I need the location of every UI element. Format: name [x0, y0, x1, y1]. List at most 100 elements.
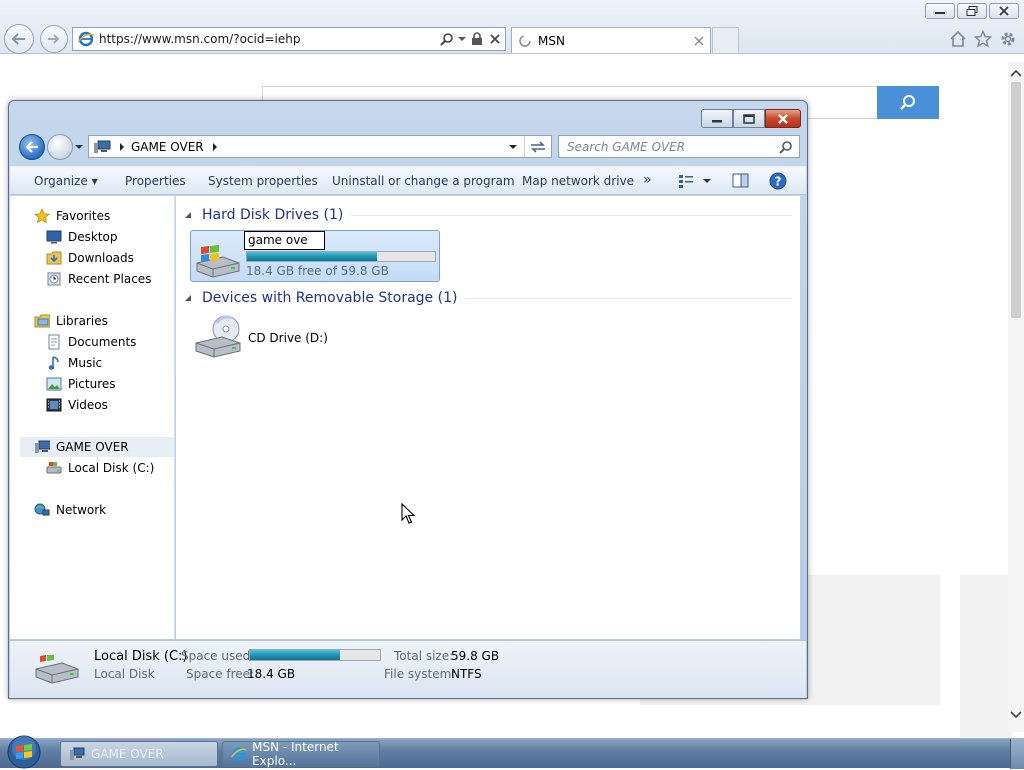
- nav-label: Favorites: [56, 209, 111, 223]
- nav-libraries[interactable]: Libraries: [34, 311, 108, 331]
- nav-music[interactable]: Music: [46, 353, 102, 373]
- drive-d-item[interactable]: CD Drive (D:): [190, 313, 360, 363]
- back-arrow-icon: [11, 33, 25, 45]
- organize-button[interactable]: Organize ▾: [34, 174, 98, 188]
- nav-label: Documents: [68, 335, 137, 349]
- browser-tab-msn[interactable]: MSN: [511, 27, 711, 53]
- help-button[interactable]: ?: [769, 172, 787, 190]
- nav-documents[interactable]: Documents: [46, 332, 136, 352]
- explorer-close-button[interactable]: [765, 109, 801, 128]
- drive-c-item[interactable]: game ove 18.4 GB free of 59.8 GB: [190, 230, 440, 282]
- browser-minimize-button[interactable]: [925, 3, 955, 19]
- content-pane: Hard Disk Drives (1) game ove 18.4 GB fr…: [176, 196, 800, 639]
- recent-places-icon: [47, 272, 61, 286]
- videos-icon: [46, 398, 62, 412]
- group-header-label: Hard Disk Drives (1): [202, 207, 344, 223]
- computer-icon: [35, 440, 50, 453]
- windows-start-icon: [7, 735, 41, 769]
- security-lock-button[interactable]: [469, 31, 485, 47]
- msn-search-button[interactable]: [877, 86, 939, 119]
- nav-local-disk[interactable]: Local Disk (C:): [46, 458, 154, 478]
- pictures-icon: [46, 377, 62, 391]
- nav-computer[interactable]: GAME OVER: [20, 437, 174, 457]
- explorer-window: GAME OVER Search GAME OVER Organize ▾ Pr…: [8, 100, 808, 699]
- browser-close-button[interactable]: [989, 3, 1019, 19]
- new-tab-button[interactable]: [712, 27, 739, 53]
- stop-button[interactable]: [487, 31, 503, 47]
- collapse-triangle-icon: [185, 295, 191, 301]
- minimize-icon: [935, 12, 945, 14]
- browser-restore-button[interactable]: [957, 3, 987, 19]
- search-icon: [900, 94, 915, 110]
- free-space-text: 18.4 GB free of 59.8 GB: [246, 264, 389, 278]
- taskbar-ie-button[interactable]: MSN - Internet Explo...: [222, 740, 380, 768]
- explorer-maximize-button[interactable]: [733, 109, 765, 128]
- scrollbar-thumb[interactable]: [1011, 82, 1021, 318]
- explorer-forward-button[interactable]: [47, 134, 73, 160]
- tools-button[interactable]: [998, 29, 1018, 49]
- favorites-button[interactable]: [973, 29, 993, 49]
- system-properties-button[interactable]: System properties: [208, 174, 318, 188]
- downloads-folder-icon: [46, 251, 62, 265]
- capacity-bar: [246, 251, 436, 262]
- nav-videos[interactable]: Videos: [46, 395, 108, 415]
- rename-input[interactable]: game ove: [244, 231, 325, 250]
- chevron-down-icon: [458, 37, 466, 41]
- nav-label: Videos: [68, 398, 108, 412]
- chevron-right-icon[interactable]: [117, 142, 127, 152]
- scroll-up-icon[interactable]: [1008, 66, 1024, 80]
- nav-label: Music: [68, 356, 103, 370]
- nav-recent-places[interactable]: Recent Places: [46, 269, 151, 289]
- desktop-icon: [46, 230, 62, 244]
- chevron-right-icon[interactable]: [210, 142, 220, 152]
- nav-downloads[interactable]: Downloads: [46, 248, 134, 268]
- refresh-icon[interactable]: [528, 139, 548, 155]
- browser-forward-button[interactable]: [40, 25, 68, 53]
- view-details-icon: [679, 175, 711, 188]
- history-dropdown-icon[interactable]: [74, 142, 84, 152]
- explorer-back-button[interactable]: [19, 134, 45, 160]
- taskbar-explorer-button[interactable]: GAME OVER: [60, 741, 218, 767]
- explorer-address-bar[interactable]: GAME OVER: [88, 135, 552, 158]
- explorer-minimize-button[interactable]: [701, 109, 733, 128]
- tab-close-button[interactable]: [694, 36, 704, 46]
- ie-page-icon: [77, 31, 95, 47]
- view-options-button[interactable]: [678, 173, 714, 189]
- nav-desktop[interactable]: Desktop: [46, 227, 118, 247]
- browser-scrollbar[interactable]: [1008, 62, 1024, 732]
- breadcrumb-computer[interactable]: GAME OVER: [131, 140, 204, 154]
- browser-address-bar[interactable]: https://www.msn.com/?ocid=iehp: [72, 27, 506, 51]
- explorer-search-input[interactable]: Search GAME OVER: [558, 135, 800, 158]
- start-button[interactable]: [2, 735, 46, 769]
- uninstall-program-button[interactable]: Uninstall or change a program: [332, 174, 515, 188]
- nav-favorites[interactable]: Favorites: [34, 206, 110, 226]
- nav-label: Downloads: [68, 251, 134, 265]
- address-dropdown-button[interactable]: [457, 31, 467, 47]
- browser-back-button[interactable]: [4, 24, 34, 54]
- details-pane: Local Disk (C:) Local Disk Space used: S…: [10, 640, 806, 698]
- internet-explorer-icon: [231, 747, 247, 761]
- space-free-value: 18.4 GB: [247, 667, 296, 681]
- nav-pictures[interactable]: Pictures: [46, 374, 116, 394]
- taskbar: GAME OVER MSN - Internet Explo...: [0, 735, 1024, 769]
- close-icon: [999, 6, 1009, 16]
- capacity-bar-fill: [247, 252, 377, 261]
- search-icon[interactable]: [779, 140, 793, 154]
- properties-button[interactable]: Properties: [125, 174, 186, 188]
- home-icon: [950, 30, 966, 47]
- browser-url[interactable]: https://www.msn.com/?ocid=iehp: [99, 32, 439, 46]
- show-desktop-button[interactable]: [1010, 739, 1024, 769]
- preview-pane-button[interactable]: [732, 173, 750, 189]
- nav-network[interactable]: Network: [34, 500, 106, 520]
- scroll-down-icon[interactable]: [1008, 708, 1024, 722]
- address-search-button[interactable]: [439, 31, 455, 47]
- map-network-drive-button[interactable]: Map network drive: [522, 174, 634, 188]
- home-button[interactable]: [948, 29, 968, 49]
- chevron-down-icon[interactable]: [508, 143, 518, 151]
- group-hard-disk-drives[interactable]: Hard Disk Drives (1): [176, 205, 796, 225]
- group-removable-storage[interactable]: Devices with Removable Storage (1): [176, 288, 796, 308]
- network-icon: [34, 503, 50, 516]
- documents-icon: [48, 334, 60, 350]
- more-commands-button[interactable]: »: [643, 172, 652, 188]
- total-size-value: 59.8 GB: [451, 649, 500, 663]
